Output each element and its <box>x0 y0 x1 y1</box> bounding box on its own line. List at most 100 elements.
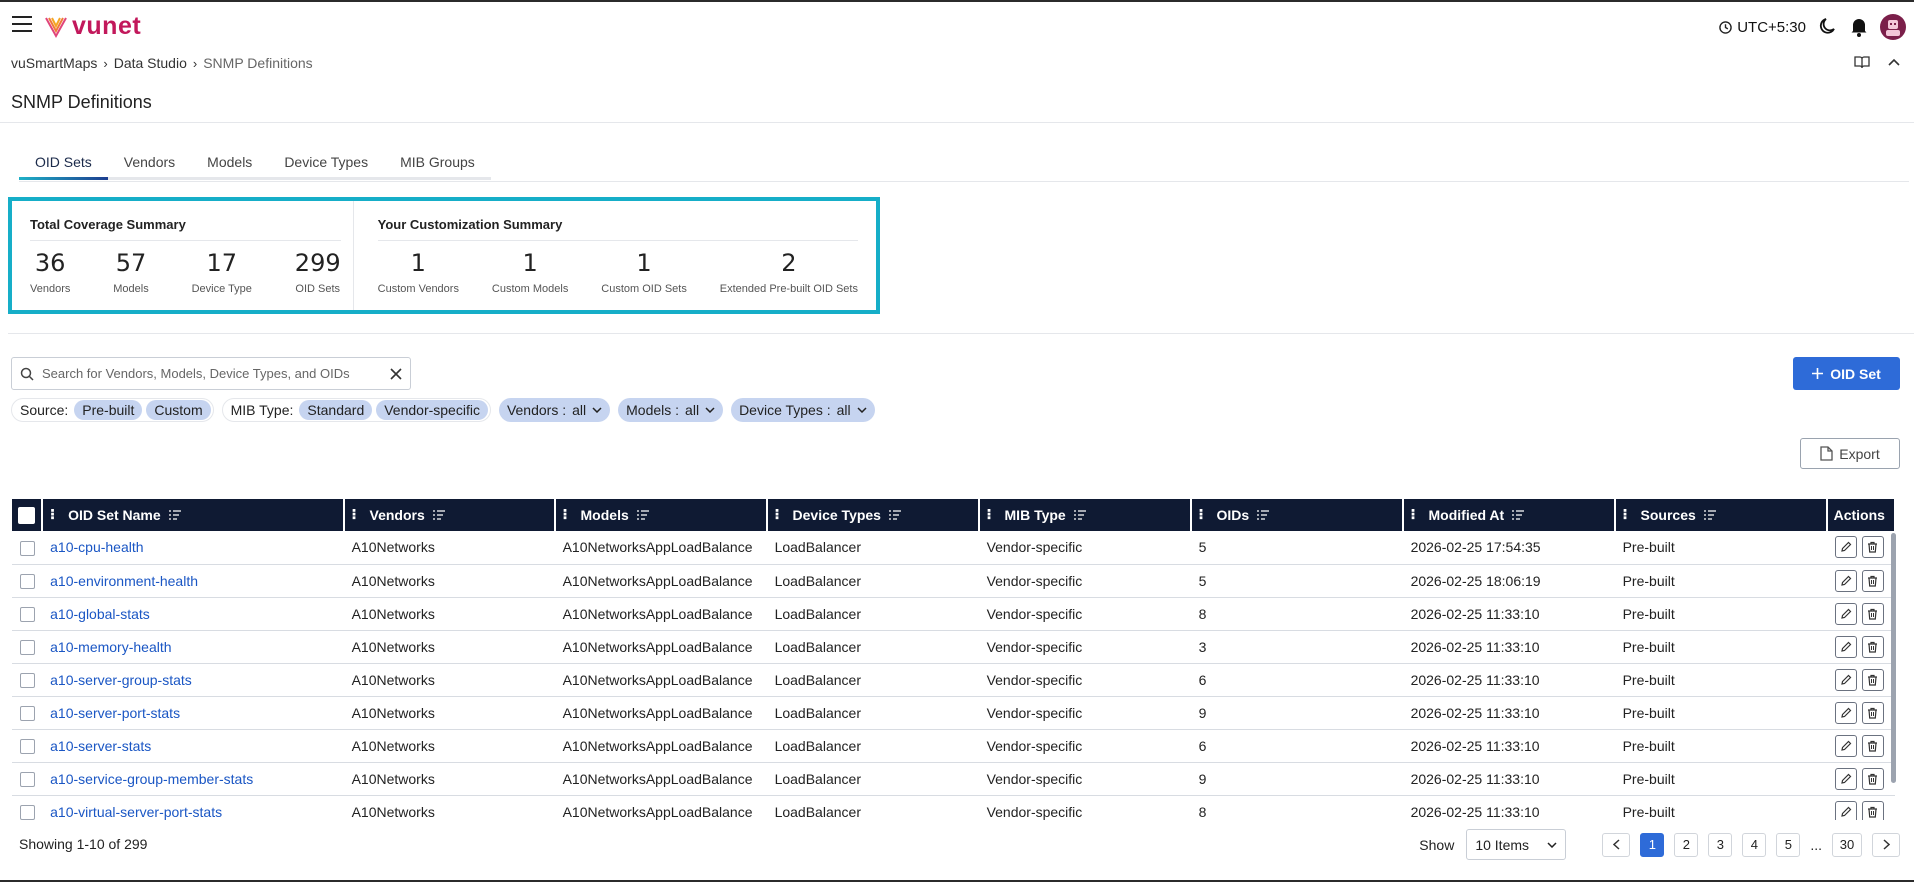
next-page-button[interactable] <box>1872 832 1900 857</box>
oid-set-link[interactable]: a10-cpu-health <box>50 539 143 555</box>
oid-set-link[interactable]: a10-server-group-stats <box>50 672 192 688</box>
sort-icon[interactable] <box>168 510 181 520</box>
column-header[interactable]: ⠇ MIB Type <box>978 499 1192 531</box>
tab-vendors[interactable]: Vendors <box>107 150 192 180</box>
hamburger-menu-icon[interactable] <box>12 16 32 32</box>
models-dropdown[interactable]: Models : all <box>618 398 724 422</box>
tab-mib-groups[interactable]: MIB Groups <box>384 150 491 180</box>
timezone-display[interactable]: UTC+5:30 <box>1719 19 1806 36</box>
add-oid-set-button[interactable]: OID Set <box>1793 357 1900 390</box>
dark-mode-toggle[interactable] <box>1816 16 1838 38</box>
row-checkbox[interactable] <box>20 606 35 622</box>
delete-button[interactable] <box>1861 767 1884 790</box>
edit-button[interactable] <box>1834 767 1857 790</box>
tab-oid-sets[interactable]: OID Sets <box>19 150 108 180</box>
drag-handle-icon[interactable]: ⠇ <box>562 507 573 524</box>
book-icon[interactable] <box>1854 55 1870 69</box>
edit-button[interactable] <box>1834 668 1857 691</box>
chevron-up-icon[interactable] <box>1888 58 1900 66</box>
drag-handle-icon[interactable]: ⠇ <box>351 507 362 524</box>
row-checkbox[interactable] <box>20 540 35 556</box>
sort-icon[interactable] <box>1073 510 1086 520</box>
page-button-2[interactable]: 2 <box>1674 832 1699 857</box>
page-button-4[interactable]: 4 <box>1742 832 1767 857</box>
edit-button[interactable] <box>1834 602 1857 625</box>
row-checkbox[interactable] <box>20 705 35 721</box>
drag-handle-icon[interactable]: ⠇ <box>1198 507 1209 524</box>
prev-page-button[interactable] <box>1602 832 1631 857</box>
oid-set-link[interactable]: a10-memory-health <box>50 639 171 655</box>
oid-set-link[interactable]: a10-virtual-server-port-stats <box>50 804 222 820</box>
export-icon <box>1820 446 1833 461</box>
column-header[interactable]: ⠇ Vendors <box>343 499 556 531</box>
delete-button[interactable] <box>1861 602 1884 625</box>
sort-icon[interactable] <box>432 510 445 520</box>
sort-icon[interactable] <box>1703 510 1716 520</box>
notifications-button[interactable] <box>1848 16 1870 38</box>
row-checkbox[interactable] <box>20 573 35 589</box>
delete-button[interactable] <box>1861 734 1884 757</box>
oid-set-link[interactable]: a10-global-stats <box>50 606 150 622</box>
column-header[interactable]: ⠇ Sources <box>1614 499 1828 531</box>
delete-button[interactable] <box>1861 701 1884 724</box>
column-header[interactable]: ⠇ OID Set Name <box>42 499 345 531</box>
breadcrumb-item-vusmartmaps[interactable]: vuSmartMaps <box>11 55 97 71</box>
sort-icon[interactable] <box>636 510 649 520</box>
column-header[interactable]: ⠇ Device Types <box>766 499 980 531</box>
row-checkbox[interactable] <box>20 738 35 754</box>
edit-button[interactable] <box>1834 635 1857 658</box>
chip-prebuilt[interactable]: Pre-built <box>74 400 143 420</box>
column-header[interactable]: ⠇ Models <box>554 499 768 531</box>
edit-button[interactable] <box>1834 701 1857 724</box>
tab-device-types[interactable]: Device Types <box>268 150 385 180</box>
edit-button[interactable] <box>1834 569 1857 592</box>
delete-button[interactable] <box>1861 668 1884 691</box>
drag-handle-icon[interactable]: ⠇ <box>774 507 785 524</box>
select-all-checkbox[interactable] <box>18 506 35 524</box>
search-input[interactable] <box>42 366 390 381</box>
oid-set-link[interactable]: a10-server-stats <box>50 738 151 754</box>
table-scrollbar[interactable] <box>1891 533 1896 783</box>
oid-set-link[interactable]: a10-service-group-member-stats <box>50 771 253 787</box>
chip-vendor-specific[interactable]: Vendor-specific <box>376 400 488 420</box>
delete-button[interactable] <box>1861 800 1884 820</box>
delete-button[interactable] <box>1861 569 1884 592</box>
oid-set-link[interactable]: a10-server-port-stats <box>50 705 180 721</box>
drag-handle-icon[interactable]: ⠇ <box>986 507 997 524</box>
drag-handle-icon[interactable]: ⠇ <box>1622 507 1633 524</box>
page-button-5[interactable]: 5 <box>1776 832 1801 857</box>
page-button-1[interactable]: 1 <box>1640 832 1665 857</box>
chip-standard[interactable]: Standard <box>299 400 373 420</box>
drag-handle-icon[interactable]: ⠇ <box>49 507 60 524</box>
sort-icon[interactable] <box>1512 510 1525 520</box>
sort-icon[interactable] <box>888 510 901 520</box>
column-header[interactable]: ⠇ OIDs <box>1190 499 1404 531</box>
page-size-select[interactable]: 10 Items <box>1466 829 1567 860</box>
cell-modified: 2026-02-25 11:33:10 <box>1402 630 1615 664</box>
chip-custom[interactable]: Custom <box>146 400 211 420</box>
vendors-dropdown[interactable]: Vendors : all <box>498 398 611 422</box>
tab-models[interactable]: Models <box>191 150 269 180</box>
export-button[interactable]: Export <box>1800 438 1900 469</box>
sort-icon[interactable] <box>1257 510 1270 520</box>
row-checkbox[interactable] <box>20 672 35 688</box>
user-avatar[interactable] <box>1880 14 1906 40</box>
edit-button[interactable] <box>1834 800 1857 820</box>
logo[interactable]: vunet <box>44 12 141 41</box>
close-icon[interactable] <box>390 367 402 380</box>
pencil-icon <box>1840 608 1851 619</box>
row-checkbox[interactable] <box>20 639 35 655</box>
delete-button[interactable] <box>1861 635 1884 658</box>
edit-button[interactable] <box>1834 536 1857 559</box>
page-button-3[interactable]: 3 <box>1708 832 1733 857</box>
drag-handle-icon[interactable]: ⠇ <box>1410 507 1421 524</box>
edit-button[interactable] <box>1834 734 1857 757</box>
breadcrumb-item-data-studio[interactable]: Data Studio <box>114 55 187 71</box>
delete-button[interactable] <box>1861 536 1884 559</box>
oid-set-link[interactable]: a10-environment-health <box>50 573 198 589</box>
page-button-last[interactable]: 30 <box>1832 832 1862 857</box>
row-checkbox[interactable] <box>20 804 35 820</box>
device-types-dropdown[interactable]: Device Types : all <box>731 398 875 422</box>
row-checkbox[interactable] <box>20 771 35 787</box>
column-header[interactable]: ⠇ Modified At <box>1402 499 1616 531</box>
